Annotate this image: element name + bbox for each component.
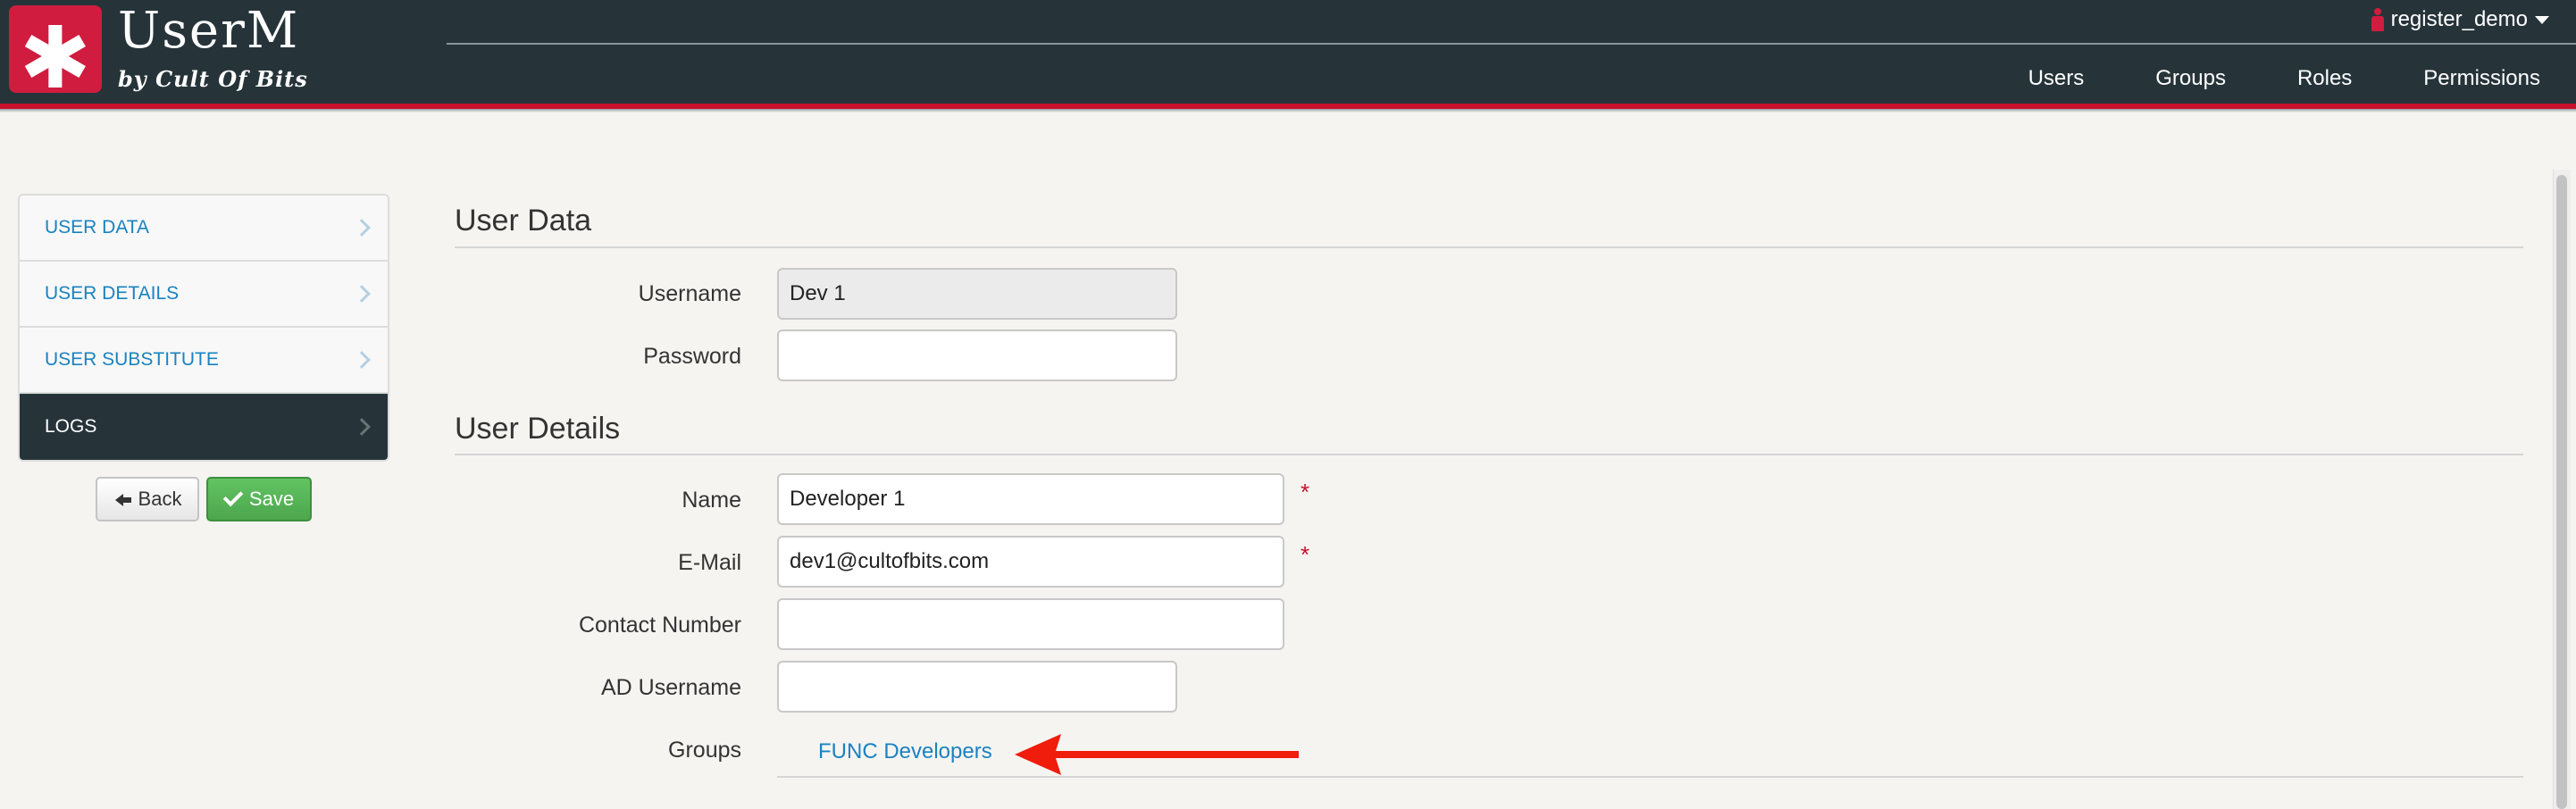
- sidebar-nav: USER DATA USER DETAILS USER SUBSTITUTE L…: [18, 194, 389, 462]
- user-menu[interactable]: register_demo: [2371, 7, 2549, 32]
- brand-name: UserM: [118, 2, 300, 60]
- email-required-marker: *: [1301, 541, 1310, 568]
- chevron-right-icon: [353, 219, 371, 237]
- name-required-marker: *: [1301, 479, 1310, 505]
- section-divider: [455, 246, 2523, 248]
- sidebar-item-user-data[interactable]: USER DATA: [20, 196, 388, 262]
- brand-tagline: by Cult Of Bits: [118, 66, 308, 92]
- ad-username-label: AD Username: [601, 675, 741, 700]
- section-title-user-data: User Data: [455, 204, 592, 238]
- nav-groups[interactable]: Groups: [2155, 66, 2226, 91]
- save-button[interactable]: Save: [206, 477, 312, 521]
- sidebar-item-user-substitute[interactable]: USER SUBSTITUTE: [20, 328, 388, 394]
- caret-down-icon: [2535, 15, 2549, 24]
- sidebar-item-label: USER DATA: [45, 217, 150, 238]
- chevron-right-icon: [353, 285, 371, 303]
- nav-roles[interactable]: Roles: [2297, 66, 2352, 91]
- section-title-user-details: User Details: [455, 412, 621, 446]
- save-button-label: Save: [248, 488, 295, 510]
- ad-username-field[interactable]: [777, 661, 1177, 713]
- chevron-right-icon: [353, 418, 371, 436]
- sidebar-item-label: LOGS: [45, 416, 97, 437]
- username-label: Username: [638, 281, 741, 306]
- contact-number-label: Contact Number: [578, 613, 741, 638]
- sidebar-item-user-details[interactable]: USER DETAILS: [20, 262, 388, 328]
- sidebar-item-label: USER SUBSTITUTE: [45, 349, 219, 370]
- name-label: Name: [682, 488, 741, 513]
- user-icon: [2371, 8, 2384, 31]
- section-divider: [455, 454, 2523, 455]
- username-field[interactable]: Dev 1: [777, 268, 1177, 320]
- current-user-name: register_demo: [2390, 7, 2528, 31]
- header-shadow: [0, 109, 2576, 113]
- password-label: Password: [643, 344, 741, 369]
- top-navigation: Users Groups Roles Permissions: [2028, 66, 2540, 91]
- sidebar-item-label: USER DETAILS: [45, 283, 180, 304]
- email-label: E-Mail: [678, 550, 741, 575]
- scrollbar-thumb[interactable]: [2556, 175, 2567, 809]
- red-annotation-arrow-icon: [1015, 734, 1299, 775]
- back-button-label: Back: [138, 488, 182, 510]
- group-link[interactable]: FUNC Developers: [818, 739, 992, 764]
- nav-permissions[interactable]: Permissions: [2423, 66, 2540, 91]
- name-field[interactable]: Developer 1: [777, 473, 1284, 525]
- sidebar-item-logs[interactable]: LOGS: [20, 394, 388, 460]
- asterisk-logo-icon: ✱: [19, 8, 92, 108]
- chevron-right-icon: [353, 351, 371, 369]
- logo[interactable]: ✱: [9, 5, 102, 108]
- check-icon: [222, 486, 244, 507]
- email-field[interactable]: dev1@cultofbits.com: [777, 536, 1284, 588]
- password-field[interactable]: [777, 329, 1177, 381]
- arrow-left-icon: [113, 490, 131, 508]
- contact-number-field[interactable]: [777, 598, 1284, 650]
- nav-users[interactable]: Users: [2028, 66, 2085, 91]
- groups-label: Groups: [668, 738, 741, 763]
- back-button[interactable]: Back: [96, 477, 199, 521]
- header-divider: [447, 43, 2576, 45]
